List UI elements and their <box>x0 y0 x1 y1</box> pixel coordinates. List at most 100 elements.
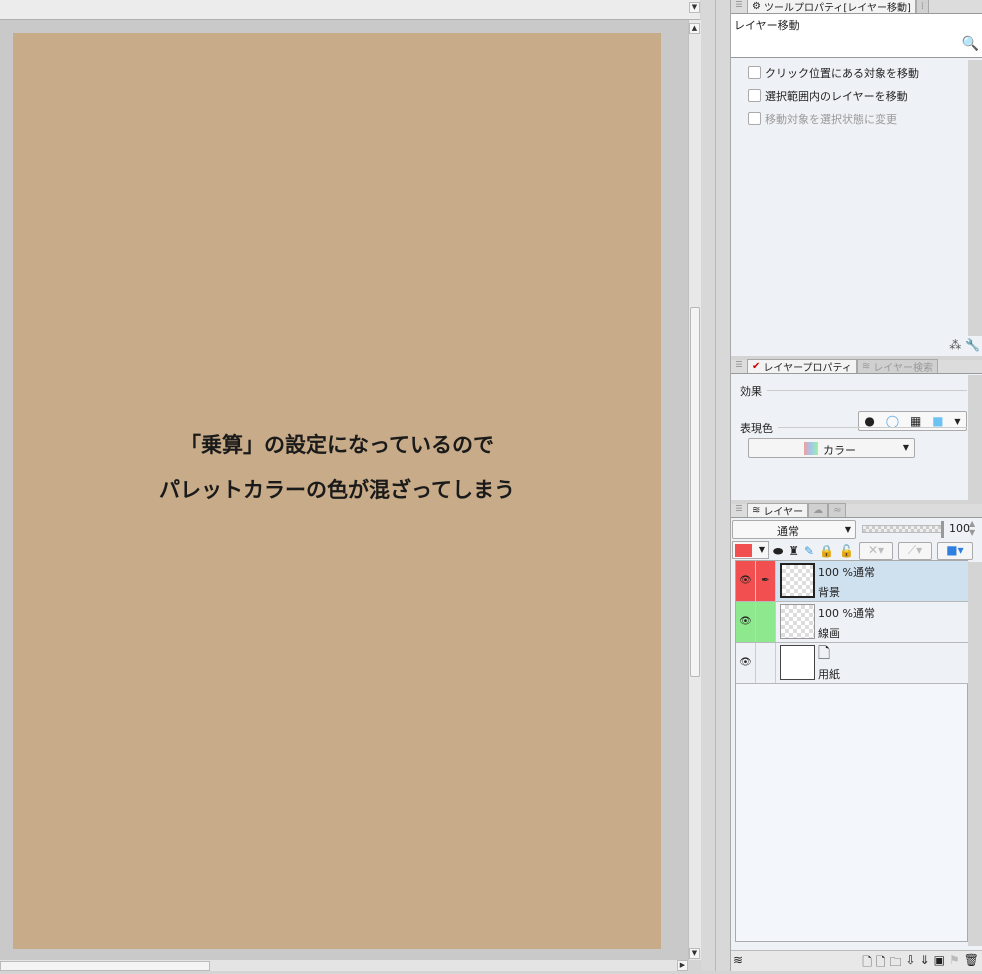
check-mark-icon: ✔ <box>752 361 761 372</box>
checkbox <box>748 112 761 125</box>
eye-icon[interactable]: 👁 <box>736 602 756 642</box>
tool-property-scrollbar[interactable] <box>968 60 982 336</box>
divider <box>767 390 967 391</box>
tool-name: レイヤー移動 <box>734 19 800 32</box>
layer-row-background[interactable]: 👁 ✒ 100 %通常 背景 <box>736 561 969 602</box>
horizontal-scroll-thumb[interactable] <box>0 961 210 971</box>
tab-label: レイヤー検索 <box>873 363 933 374</box>
opacity-value[interactable]: 100 <box>949 522 970 535</box>
tool-name-header: レイヤー移動 🔍 <box>731 14 982 58</box>
reference-layer-icon[interactable]: ♜ <box>788 544 799 558</box>
checkbox[interactable] <box>748 89 761 102</box>
dropdown-icon: ▼ <box>844 525 851 534</box>
canvas-top-bar <box>0 0 700 20</box>
pen-slot[interactable] <box>756 643 776 683</box>
layer-thumbnail <box>780 604 815 639</box>
ruler-button[interactable]: ⟋▾ <box>897 542 932 560</box>
option-move-clicked-object[interactable]: クリック位置にある対象を移動 <box>731 61 968 84</box>
effect-buttons: ● ◯ ▦ ■ ▼ <box>858 411 967 431</box>
scroll-right-arrow[interactable]: ▶ <box>677 960 688 971</box>
panel-menu-icon[interactable]: ☰ <box>731 0 747 13</box>
tab-sub-tool-detail[interactable]: ⁞ <box>915 0 930 13</box>
layer-bottom-toolbar: ≋ 🗋 🗋 🗀 ⇩ ⇓ ▣ ⚑ 🗑 <box>731 950 982 971</box>
layer-row-paper[interactable]: 👁 🗋 用紙 <box>736 643 969 684</box>
tab-navigator[interactable]: ≈ <box>828 503 847 517</box>
layer-toolbar: 通常 ▼ 100 ▲ ▼ ▼ ⬬ ♜ ✎ 🔒 🔓 ✕▾ ⟋▾ ■▾ <box>731 518 982 560</box>
layer-thumbnail <box>780 645 815 680</box>
pen-icon[interactable]: ✒ <box>756 561 776 601</box>
dropdown-icon: ▼ <box>902 443 909 452</box>
tab-layer-search[interactable]: ≋ レイヤー検索 <box>856 359 938 374</box>
mask-button[interactable]: ✕▾ <box>858 542 893 560</box>
layer-search-icon: ≋ <box>861 361 871 372</box>
vertical-scroll-thumb[interactable] <box>690 307 700 677</box>
opacity-slider[interactable] <box>862 525 942 533</box>
border-effect-icon[interactable]: ● <box>864 414 874 428</box>
tab-layer[interactable]: ≋ レイヤー <box>747 503 809 518</box>
texture-icon[interactable]: ▦ <box>910 414 921 428</box>
panel-dock-strip <box>701 0 731 971</box>
layer-tabbar: ☰ ≋ レイヤー ☁ ≈ <box>731 503 982 518</box>
expression-color-select[interactable]: カラー ▼ <box>748 438 915 458</box>
tab-tool-property[interactable]: ⚙ ツールプロパティ[レイヤー移動] <box>747 0 916 14</box>
layer-property-scrollbar[interactable] <box>968 375 982 500</box>
tab-animation-cels[interactable]: ☁ <box>808 503 829 517</box>
expression-color-label: 表現色 <box>740 422 773 435</box>
tab-label: ツールプロパティ[レイヤー移動] <box>763 3 911 14</box>
tool-options: クリック位置にある対象を移動 選択範囲内のレイヤーを移動 移動対象を選択状態に変… <box>731 58 968 130</box>
panel-menu-icon[interactable]: ☰ <box>731 360 747 373</box>
draft-layer-icon[interactable]: ✎ <box>804 544 814 558</box>
blend-mode-value: 通常 <box>777 525 799 538</box>
layer-property-panel: ☰ ✔ レイヤープロパティ ≋ レイヤー検索 効果 ● ◯ ▦ ■ ▼ 表現色 カラー ▼ <box>731 359 982 500</box>
layer-row-lineart[interactable]: 👁 100 %通常 線画 <box>736 602 969 643</box>
tool-property-panel: ☰ ⚙ ツールプロパティ[レイヤー移動] ⁞ レイヤー移動 🔍 クリック位置にある… <box>731 0 982 356</box>
dropdown-icon[interactable]: ▼ <box>954 417 960 426</box>
opacity-slider-handle[interactable] <box>941 521 944 538</box>
scroll-up-arrow[interactable]: ▲ <box>689 23 700 34</box>
scroll-down-arrow-top[interactable]: ▼ <box>689 2 700 13</box>
layer-mode: 100 %通常 <box>818 566 875 579</box>
layer-list-scrollbar[interactable] <box>968 562 982 946</box>
blend-mode-select[interactable]: 通常 ▼ <box>732 520 856 539</box>
navigator-icon: ≈ <box>833 505 842 516</box>
layer-color-palette-button[interactable]: ■▾ <box>936 542 973 560</box>
checkbox[interactable] <box>748 66 761 79</box>
layer-color-swatch <box>735 544 752 557</box>
option-label: クリック位置にある対象を移動 <box>765 66 919 80</box>
layer-property-body: 効果 ● ◯ ▦ ■ ▼ 表現色 カラー ▼ <box>731 374 968 499</box>
layer-mode: 100 %通常 <box>818 607 875 620</box>
option-label: 選択範囲内のレイヤーを移動 <box>765 89 908 103</box>
opacity-spinner[interactable]: ▲ ▼ <box>969 519 975 537</box>
layers-icon: ≋ <box>752 505 761 516</box>
layer-property-tabbar: ☰ ✔ レイヤープロパティ ≋ レイヤー検索 <box>731 359 982 374</box>
tab-layer-property[interactable]: ✔ レイヤープロパティ <box>747 359 857 374</box>
sub-tool-detail-icon: ⁞ <box>920 1 925 12</box>
paper-layer-icon: 🗋 <box>818 644 831 662</box>
settings-icons[interactable]: ⁂ 🔧 <box>949 338 980 352</box>
clipping-icon[interactable]: ⬬ <box>773 544 783 559</box>
tool-property-tabbar: ☰ ⚙ ツールプロパティ[レイヤー移動] ⁞ <box>731 0 982 14</box>
option-move-layers-in-selection[interactable]: 選択範囲内のレイヤーを移動 <box>731 84 968 107</box>
lock-transparency-icon[interactable]: 🔓 <box>839 544 854 558</box>
layer-name: 背景 <box>818 586 840 599</box>
layers-icon[interactable]: ≋ <box>733 953 743 967</box>
eye-icon[interactable]: 👁 <box>736 643 756 683</box>
canvas-paper[interactable]: 「乗算」の設定になっているので パレットカラーの色が混ざってしまう <box>13 33 661 949</box>
layer-color-icon[interactable]: ■ <box>932 414 943 428</box>
panel-menu-icon[interactable]: ☰ <box>731 504 747 517</box>
scroll-down-arrow[interactable]: ▼ <box>689 948 700 959</box>
tab-label: レイヤー <box>763 507 804 518</box>
pen-slot[interactable] <box>756 602 776 642</box>
caption-line-1: 「乗算」の設定になっているので <box>180 433 494 457</box>
tone-effect-icon[interactable]: ◯ <box>886 414 899 428</box>
option-label: 移動対象を選択状態に変更 <box>765 112 897 126</box>
layer-color-button[interactable]: ▼ <box>732 541 769 559</box>
option-select-moved-object: 移動対象を選択状態に変更 <box>731 107 968 130</box>
layer-tool-icons: ⬬ ♜ ✎ 🔒 🔓 ✕▾ ⟋▾ ■▾ <box>773 542 973 560</box>
eye-icon[interactable]: 👁 <box>736 561 756 601</box>
lock-icon[interactable]: 🔒 <box>819 544 834 558</box>
layer-name: 用紙 <box>818 668 840 681</box>
effect-label: 効果 <box>740 385 762 398</box>
cels-icon: ☁ <box>813 505 824 516</box>
magnifier-wrench-icon[interactable]: 🔍 <box>962 36 979 52</box>
